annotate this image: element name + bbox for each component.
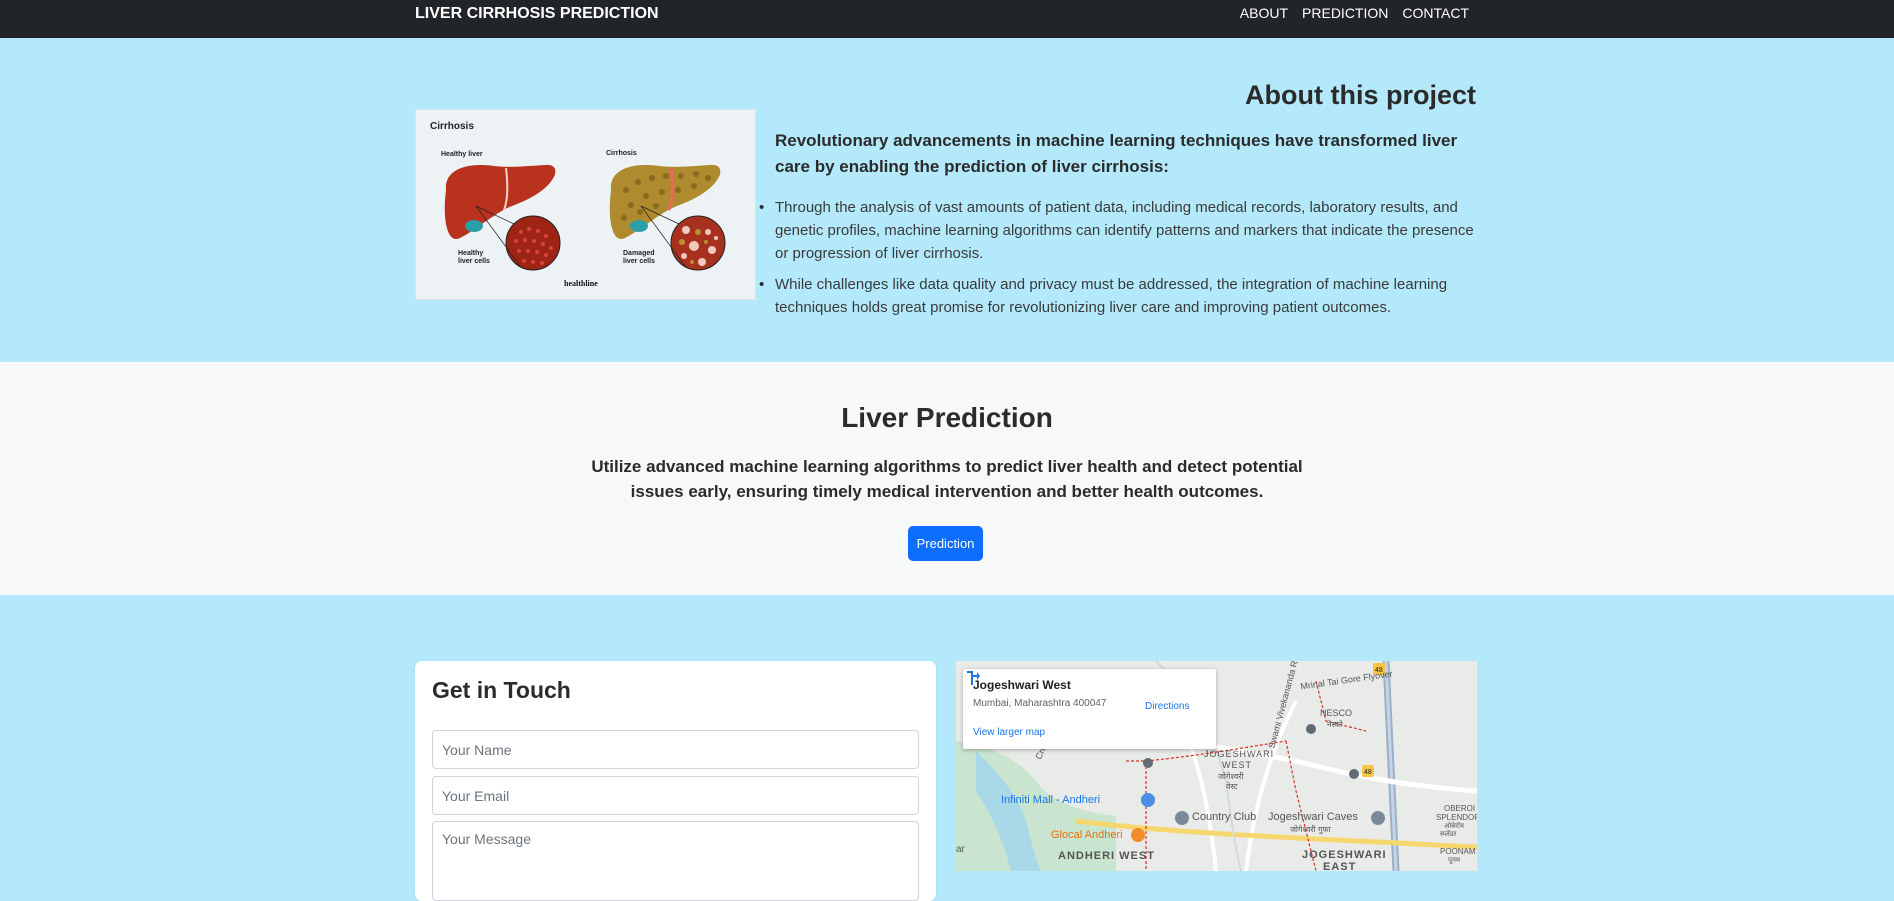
healthy-cells-label-2: liver cells [458, 258, 490, 265]
map-label: Jogeshwari Caves [1268, 811, 1358, 823]
about-lead: Revolutionary advancements in machine le… [775, 131, 1458, 176]
map-label: जोगेश्वरी गुफा [1290, 825, 1331, 834]
map-embed[interactable]: 48 48 Mrinal Tai Gore Flyover Swami Vive… [956, 661, 1477, 871]
map-label: WEST [1222, 760, 1252, 770]
jogeshwari-caves-pin [1371, 811, 1385, 825]
map-label: EAST [1323, 861, 1357, 871]
glocal-andheri-pin [1131, 828, 1145, 842]
about-points: Through the analysis of vast amounts of … [759, 196, 1477, 319]
directions-link[interactable]: Directions [1145, 701, 1189, 712]
highway-shield: 48 [1364, 769, 1372, 776]
damaged-cells-label-2: liver cells [623, 258, 655, 265]
healthline-logo: healthline [564, 279, 598, 288]
map-label: वेस्ट [1226, 782, 1238, 791]
map-label: ar [956, 844, 965, 855]
map-label: JOGESHWARI [1302, 849, 1387, 861]
map-label: स्प्लेंडर [1440, 831, 1457, 838]
name-input[interactable] [432, 730, 919, 769]
liver-diagram: Cirrhosis Healthy liver Cirrhosis Health… [416, 110, 755, 299]
contact-card: Get in Touch [415, 661, 936, 901]
prediction-description: Utilize advanced machine learning algori… [591, 457, 1303, 501]
damaged-cells-label-1: Damaged [623, 250, 655, 257]
map-label: Country Club [1192, 811, 1257, 823]
map-label: NESCO [1320, 708, 1353, 718]
healthy-liver-label: Healthy liver [441, 151, 483, 158]
cirrhosis-illustration: Cirrhosis Healthy liver Cirrhosis Health… [415, 109, 756, 300]
map-label: POONAM [1440, 847, 1476, 856]
map-label: ANDHERI WEST [1058, 850, 1155, 862]
map-label: पूनम [1448, 857, 1461, 864]
cirrhosis-label: Cirrhosis [606, 150, 637, 157]
about-title: About this project [1245, 80, 1476, 110]
map-label: नेस्को [1327, 720, 1343, 729]
brand-link[interactable]: LIVER CIRRHOSIS PREDICTION [415, 5, 659, 23]
map-label: JOGESHWARI [1204, 749, 1275, 759]
infiniti-mall-pin [1141, 793, 1155, 807]
about-section: About this project Cirrhosis Healthy liv… [0, 38, 1894, 362]
about-point: While challenges like data quality and p… [759, 273, 1477, 319]
nav-link-prediction[interactable]: PREDICTION [1302, 5, 1388, 21]
nav-link-about[interactable]: ABOUT [1240, 5, 1288, 21]
about-text: Revolutionary advancements in machine le… [759, 128, 1477, 327]
view-larger-map-link[interactable]: View larger map [973, 727, 1045, 738]
prediction-button[interactable]: Prediction [908, 526, 983, 561]
diagram-heading: Cirrhosis [430, 121, 474, 132]
directions-icon[interactable] [963, 669, 981, 687]
map-address: Mumbai, Maharashtra 400047 [973, 698, 1107, 709]
email-input[interactable] [432, 776, 919, 815]
navbar: LIVER CIRRHOSIS PREDICTION ABOUT PREDICT… [0, 0, 1894, 38]
nav-link-contact[interactable]: CONTACT [1402, 5, 1469, 21]
country-club-pin [1175, 811, 1189, 825]
map-label: Infiniti Mall - Andheri [1001, 794, 1101, 806]
message-input[interactable] [432, 821, 919, 901]
map-label: Glocal Andheri [1051, 829, 1123, 841]
prediction-section: Liver Prediction Utilize advanced machin… [0, 362, 1894, 595]
prediction-title: Liver Prediction [841, 402, 1053, 433]
nav-links: ABOUT PREDICTION CONTACT [1240, 5, 1469, 21]
map-label: SPLENDOR [1436, 813, 1477, 822]
contact-title: Get in Touch [432, 677, 571, 703]
about-point: Through the analysis of vast amounts of … [759, 196, 1477, 265]
contact-section: Get in Touch Your Name Your Email Your M… [0, 595, 1894, 901]
map-label: OBEROI [1444, 804, 1476, 813]
map-place-name: Jogeshwari West [973, 678, 1071, 692]
healthy-cells-label-1: Healthy [458, 250, 483, 257]
map-info-card: Jogeshwari West Mumbai, Maharashtra 4000… [963, 669, 1216, 749]
